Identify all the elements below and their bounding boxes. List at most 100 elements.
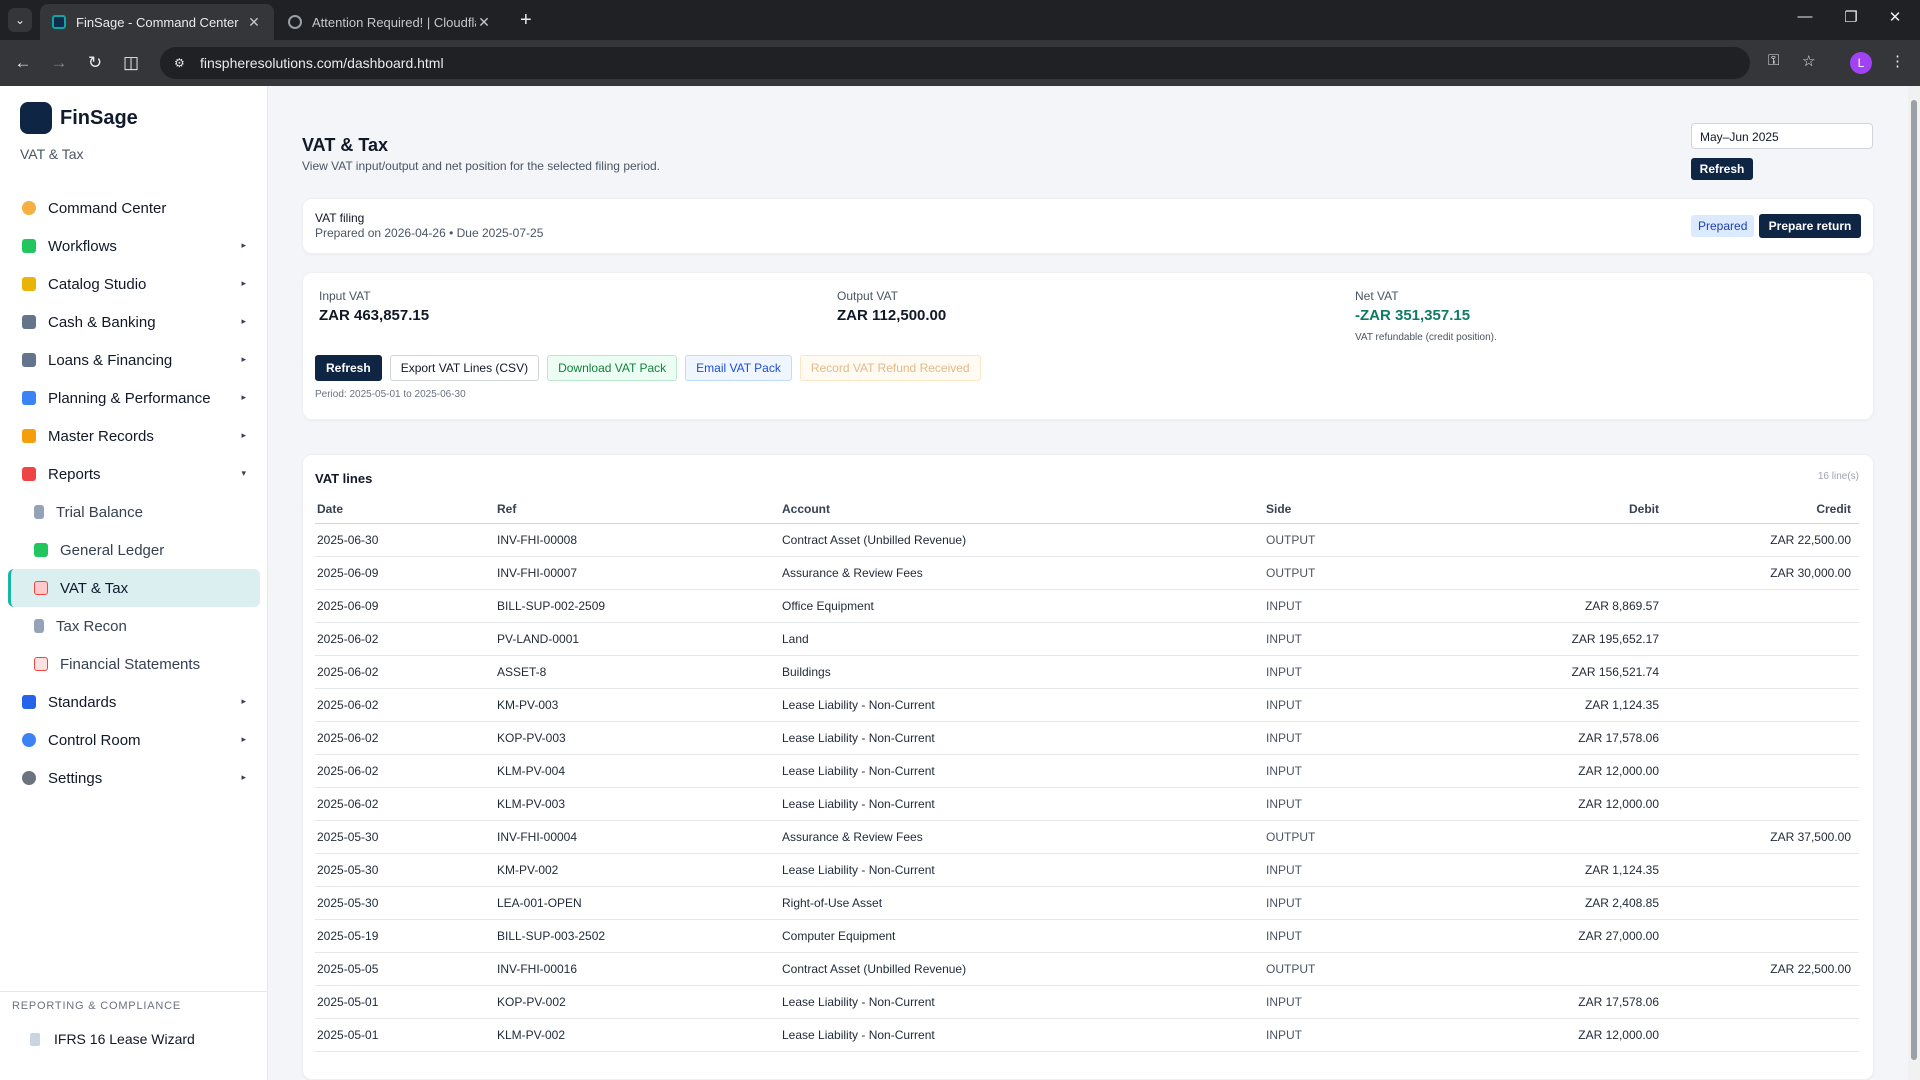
sidebar-item-planning-performance[interactable]: Planning & Performance ▸ [8,379,260,417]
sidebar-item-financial-statements[interactable]: Financial Statements [8,645,260,683]
table-row[interactable]: 2025-05-30 INV-FHI-00004 Assurance & Revie… [315,820,1859,854]
sidebar-item-catalog-studio[interactable]: Catalog Studio ▸ [8,265,260,303]
cell-date: 2025-06-02 [315,787,495,821]
table-row[interactable]: 2025-06-30 INV-FHI-00008 Contract Asset (U… [315,523,1859,557]
cell-account: Lease Liability - Non-Current [780,721,1264,755]
new-tab-button[interactable]: + [520,8,532,32]
table-row[interactable]: 2025-06-02 KLM-PV-003 Lease Liability - No… [315,787,1859,821]
brand[interactable]: FinSage [20,102,138,134]
sidebar-item-workflows[interactable]: Workflows ▸ [8,227,260,265]
period-select[interactable]: May–Jun 2025 [1691,123,1873,149]
export-csv-button[interactable]: Export VAT Lines (CSV) [389,355,540,381]
column-header-side[interactable]: Side [1264,495,1384,524]
table-row[interactable]: 2025-05-01 KLM-PV-002 Lease Liability - No… [315,1018,1859,1052]
restore-icon[interactable]: ❐ [1836,8,1866,26]
sidebar-item-ifrs16-lease-wizard[interactable]: IFRS 16 Lease Wizard [30,1031,195,1047]
table-row[interactable]: 2025-05-05 INV-FHI-00016 Contract Asset (U… [315,952,1859,986]
table-row[interactable]: 2025-06-02 KM-PV-003 Lease Liability - Non… [315,688,1859,722]
cell-debit: ZAR 12,000.00 [1384,1018,1667,1052]
more-menu-icon[interactable]: ⋮ [1890,52,1905,70]
scrollbar-thumb[interactable] [1911,100,1917,1060]
table-row[interactable]: 2025-05-01 KOP-PV-002 Lease Liability - No… [315,985,1859,1019]
column-header-date[interactable]: Date [315,495,495,524]
chevron-right-icon: ▸ [241,696,246,706]
table-row[interactable]: 2025-05-30 KM-PV-002 Lease Liability - Non… [315,853,1859,887]
site-info-icon[interactable]: ⚙ [174,56,188,70]
sidebar-item-reports[interactable]: Reports ▾ [8,455,260,493]
split-view-icon[interactable]: ◫ [120,52,142,74]
sidebar-item-vat-tax[interactable]: VAT & Tax [8,569,260,607]
table-row[interactable]: 2025-05-30 LEA-001-OPEN Right-of-Use Asset… [315,886,1859,920]
stat-label: Net VAT [1355,289,1399,303]
cell-credit: ZAR 22,500.00 [1667,523,1859,557]
stat-label: Output VAT [837,289,898,303]
book-icon [22,695,36,709]
chevron-right-icon: ▸ [241,392,246,402]
cell-date: 2025-06-02 [315,754,495,788]
sidebar-item-control-room[interactable]: Control Room ▸ [8,721,260,759]
cell-side: INPUT [1264,721,1384,755]
password-key-icon[interactable]: ⚿ [1768,52,1779,69]
tab-title: FinSage - Command Center [76,14,239,30]
sidebar-item-standards[interactable]: Standards ▸ [8,683,260,721]
sidebar-item-general-ledger[interactable]: General Ledger [8,531,260,569]
table-row[interactable]: 2025-06-09 BILL-SUP-002-2509 Office Equipm… [315,589,1859,623]
cell-ref: INV-FHI-00008 [495,523,780,557]
back-icon[interactable]: ← [12,52,34,74]
tab-search-button[interactable]: ⌄ [8,8,32,32]
output-vat-stat: Output VAT ZAR 112,500.00 [837,289,946,324]
profile-avatar[interactable]: L [1850,52,1872,74]
download-vat-pack-button[interactable]: Download VAT Pack [547,355,678,381]
bookmark-star-icon[interactable]: ☆ [1802,52,1815,70]
address-bar[interactable]: ⚙ finspheresolutions.com/dashboard.html [160,47,1750,79]
reload-icon[interactable]: ↻ [84,52,106,74]
table-row[interactable]: 2025-06-02 KOP-PV-003 Lease Liability - No… [315,721,1859,755]
table-row[interactable]: 2025-05-19 BILL-SUP-003-2502 Computer Equi… [315,919,1859,953]
sidebar-item-command-center[interactable]: Command Center [8,189,260,227]
prepare-return-button[interactable]: Prepare return [1759,214,1861,238]
cell-debit: ZAR 2,408.85 [1384,886,1667,920]
column-header-credit[interactable]: Credit [1667,495,1859,524]
stat-note: VAT refundable (credit position). [1355,332,1497,343]
chevron-right-icon: ▸ [241,734,246,744]
close-window-icon[interactable]: ✕ [1880,8,1910,26]
cell-account: Lease Liability - Non-Current [780,754,1264,788]
minimize-icon[interactable]: — [1790,8,1820,25]
table-row[interactable]: 2025-06-02 ASSET-8 Buildings INPUT ZAR 156,5… [315,655,1859,689]
cell-date: 2025-05-01 [315,1018,495,1052]
sidebar-item-trial-balance[interactable]: Trial Balance [8,493,260,531]
cell-side: INPUT [1264,787,1384,821]
column-header-ref[interactable]: Ref [495,495,780,524]
sidebar-item-cash-banking[interactable]: Cash & Banking ▸ [8,303,260,341]
browser-tab-active[interactable]: FinSage - Command Center ✕ [40,4,274,40]
cell-debit [1384,952,1667,986]
ledger-icon [34,505,44,519]
sidebar-item-master-records[interactable]: Master Records ▸ [8,417,260,455]
close-tab-icon[interactable]: ✕ [246,14,262,31]
page-scrollbar[interactable] [1908,86,1920,1080]
cell-account: Contract Asset (Unbilled Revenue) [780,952,1264,986]
refresh-vat-button[interactable]: Refresh [315,355,382,381]
table-row[interactable]: 2025-06-02 PV-LAND-0001 Land INPUT ZAR 195,6… [315,622,1859,656]
forward-icon[interactable]: → [48,52,70,74]
column-header-account[interactable]: Account [780,495,1264,524]
table-row[interactable]: 2025-06-09 INV-FHI-00007 Assurance & Revie… [315,556,1859,590]
trend-icon [34,657,48,671]
cell-account: Lease Liability - Non-Current [780,853,1264,887]
record-refund-button[interactable]: Record VAT Refund Received [799,355,981,381]
email-vat-pack-button[interactable]: Email VAT Pack [685,355,792,381]
close-tab-icon[interactable]: ✕ [476,14,492,31]
refresh-button[interactable]: Refresh [1691,158,1753,180]
column-header-debit[interactable]: Debit [1384,495,1667,524]
sidebar-item-loans-financing[interactable]: Loans & Financing ▸ [8,341,260,379]
cell-ref: INV-FHI-00004 [495,820,780,854]
cell-account: Buildings [780,655,1264,689]
sidebar-item-label: Reports [48,465,101,483]
cell-ref: ASSET-8 [495,655,780,689]
cell-date: 2025-05-19 [315,919,495,953]
sidebar-item-settings[interactable]: Settings ▸ [8,759,260,797]
browser-tab-inactive[interactable]: Attention Required! | Cloudflare ✕ [276,4,504,40]
sidebar-item-tax-recon[interactable]: Tax Recon [8,607,260,645]
cell-side: INPUT [1264,622,1384,656]
table-row[interactable]: 2025-06-02 KLM-PV-004 Lease Liability - No… [315,754,1859,788]
